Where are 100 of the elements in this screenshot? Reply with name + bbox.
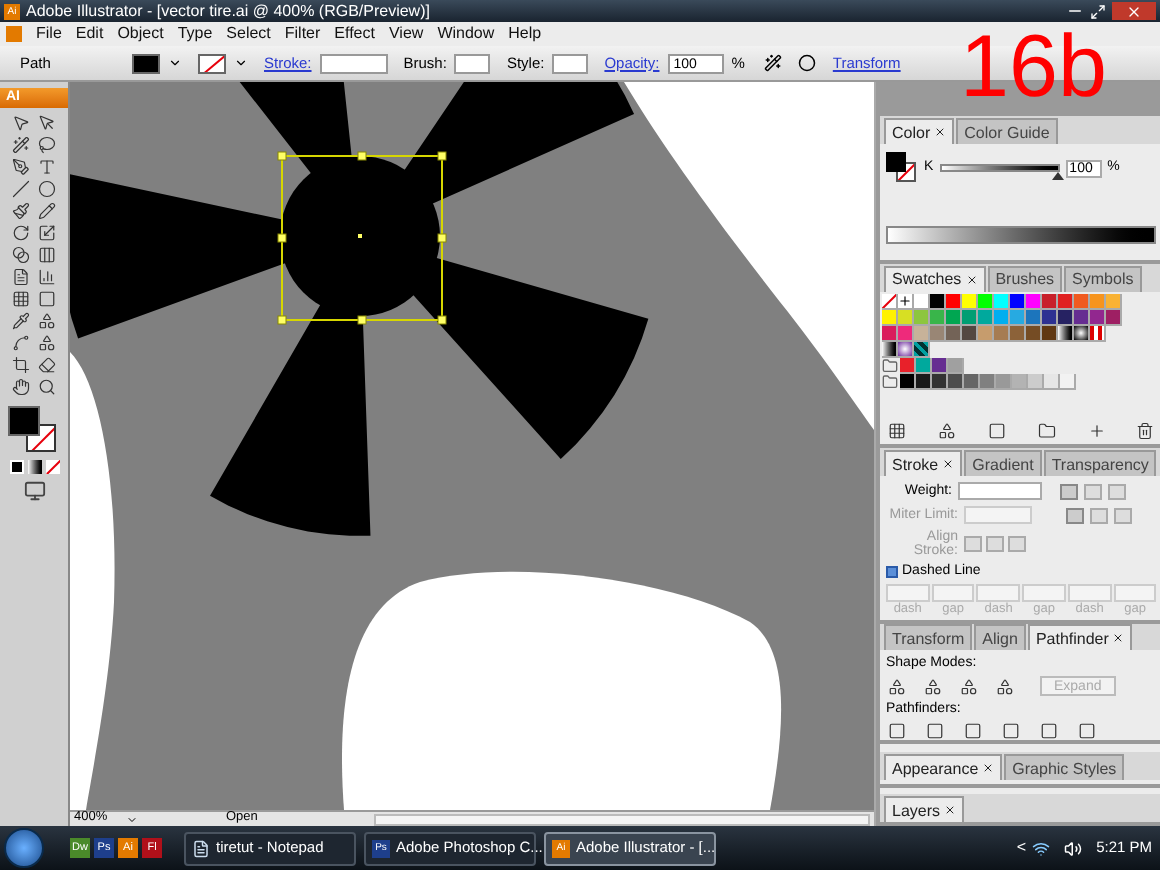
color-swatch[interactable] [980,373,996,390]
color-swatch[interactable] [948,357,964,374]
color-swatch[interactable] [1012,373,1028,390]
registration-swatch[interactable] [898,293,914,310]
miter-limit-field[interactable] [964,506,1032,525]
panel-tab[interactable]: Transparency [1043,450,1157,477]
color-swatch[interactable] [1090,293,1106,310]
brush-dropdown[interactable] [454,53,491,73]
menu-item[interactable]: View [388,26,424,42]
color-swatch[interactable] [964,373,980,390]
panel-tab[interactable]: Color Guide [956,118,1058,144]
close-icon[interactable] [942,458,955,471]
panel-tab[interactable]: Color [884,118,955,144]
close-icon[interactable] [1112,632,1125,645]
menu-item[interactable]: Select [226,26,271,42]
panel-tab[interactable]: Brushes [987,265,1063,292]
panel-tab[interactable]: Appearance [884,754,1003,781]
panel-tab[interactable]: Swatches [884,265,986,292]
color-swatch[interactable] [1028,373,1044,390]
panel-tab[interactable]: Pathfinder [1027,624,1133,651]
panel-tab[interactable]: Gradient [964,450,1042,477]
lasso-tool[interactable] [38,136,56,154]
close-icon[interactable] [944,804,957,816]
folder-icon[interactable] [882,373,898,390]
dash-field[interactable] [976,584,1021,603]
panel-tab[interactable]: Symbols [1064,265,1142,292]
menu-item[interactable]: Type [177,26,213,42]
recolor-icon[interactable] [764,54,783,72]
color-swatch[interactable] [1058,293,1074,310]
pen-tool[interactable] [12,158,30,176]
color-swatch[interactable] [914,293,930,310]
color-swatch[interactable] [1106,293,1122,310]
none-swatch[interactable] [882,293,898,310]
screen-mode-icon[interactable] [23,480,45,502]
network-icon[interactable] [1032,839,1051,857]
color-swatch[interactable] [1010,293,1026,310]
none-mode-icon[interactable] [45,460,59,474]
color-swatch[interactable] [946,293,962,310]
line-tool[interactable] [12,180,30,198]
menu-item[interactable]: Window [437,26,495,42]
mesh-tool[interactable] [12,290,30,308]
tray-toggle[interactable]: < [1016,836,1027,860]
dash-field[interactable] [1113,584,1157,603]
paintbrush-tool[interactable] [12,202,30,220]
stroke-weight-field[interactable] [319,53,388,73]
weight-field[interactable] [958,482,1042,501]
maximize-icon[interactable] [1090,3,1106,19]
eraser-tool[interactable] [38,356,56,374]
close-icon[interactable] [965,273,978,286]
dash-field[interactable] [1022,584,1066,603]
pencil-tool[interactable] [38,202,56,220]
type-tool[interactable] [38,158,56,176]
panel-tab[interactable]: Stroke [884,450,963,477]
color-mode-icon[interactable] [9,460,23,474]
menu-item[interactable]: Help [508,26,542,42]
color-swatch[interactable] [1060,373,1076,390]
zoom-tool[interactable] [38,378,56,396]
fill-stroke-control[interactable] [6,406,62,454]
dropdown-icon[interactable] [234,56,248,70]
spectrum-bar[interactable] [886,225,1157,244]
fill-stroke-control[interactable] [886,152,918,184]
new-group-icon[interactable] [1037,422,1056,441]
style-dropdown[interactable] [552,53,589,73]
color-swatch[interactable] [1074,293,1090,310]
start-button[interactable] [4,828,44,868]
hand-tool[interactable] [12,378,30,396]
menu-item[interactable]: File [36,26,62,42]
panel-tab[interactable]: Transform [884,624,973,651]
color-swatch[interactable] [962,293,978,310]
horizontal-scrollbar[interactable] [374,813,870,825]
new-swatch-icon[interactable] [1087,422,1105,441]
panel-tab[interactable]: Graphic Styles [1004,754,1125,781]
color-swatch[interactable] [1026,293,1042,310]
dash-field[interactable] [1067,584,1112,603]
color-swatch[interactable] [978,293,994,310]
dash-field[interactable] [886,584,930,603]
ellipse-tool[interactable] [38,180,56,198]
crop-tool[interactable] [12,356,30,374]
close-icon[interactable] [982,762,995,775]
menu-item[interactable]: Edit [75,26,104,42]
dashed-line-checkbox[interactable] [886,565,898,578]
color-swatch[interactable] [994,293,1010,310]
fill-swatch[interactable] [132,53,160,73]
color-swatch[interactable] [1044,373,1060,390]
color-swatch[interactable] [932,357,948,374]
eyedropper-tool[interactable] [12,312,30,330]
volume-icon[interactable] [1064,839,1083,857]
color-swatch[interactable] [1042,293,1058,310]
color-swatch[interactable] [996,373,1012,390]
dash-field[interactable] [931,584,975,603]
color-swatch[interactable] [930,293,946,310]
menu-item[interactable]: Object [117,26,164,42]
menu-item[interactable]: Filter [284,26,321,42]
menu-item[interactable]: Effect [334,26,375,42]
gradient-mode-icon[interactable] [27,460,41,474]
delete-icon[interactable] [1136,422,1155,441]
close-icon[interactable] [934,126,947,138]
folder-icon[interactable] [882,357,898,374]
dropdown-icon[interactable] [168,56,182,70]
scale-tool[interactable] [38,224,56,242]
